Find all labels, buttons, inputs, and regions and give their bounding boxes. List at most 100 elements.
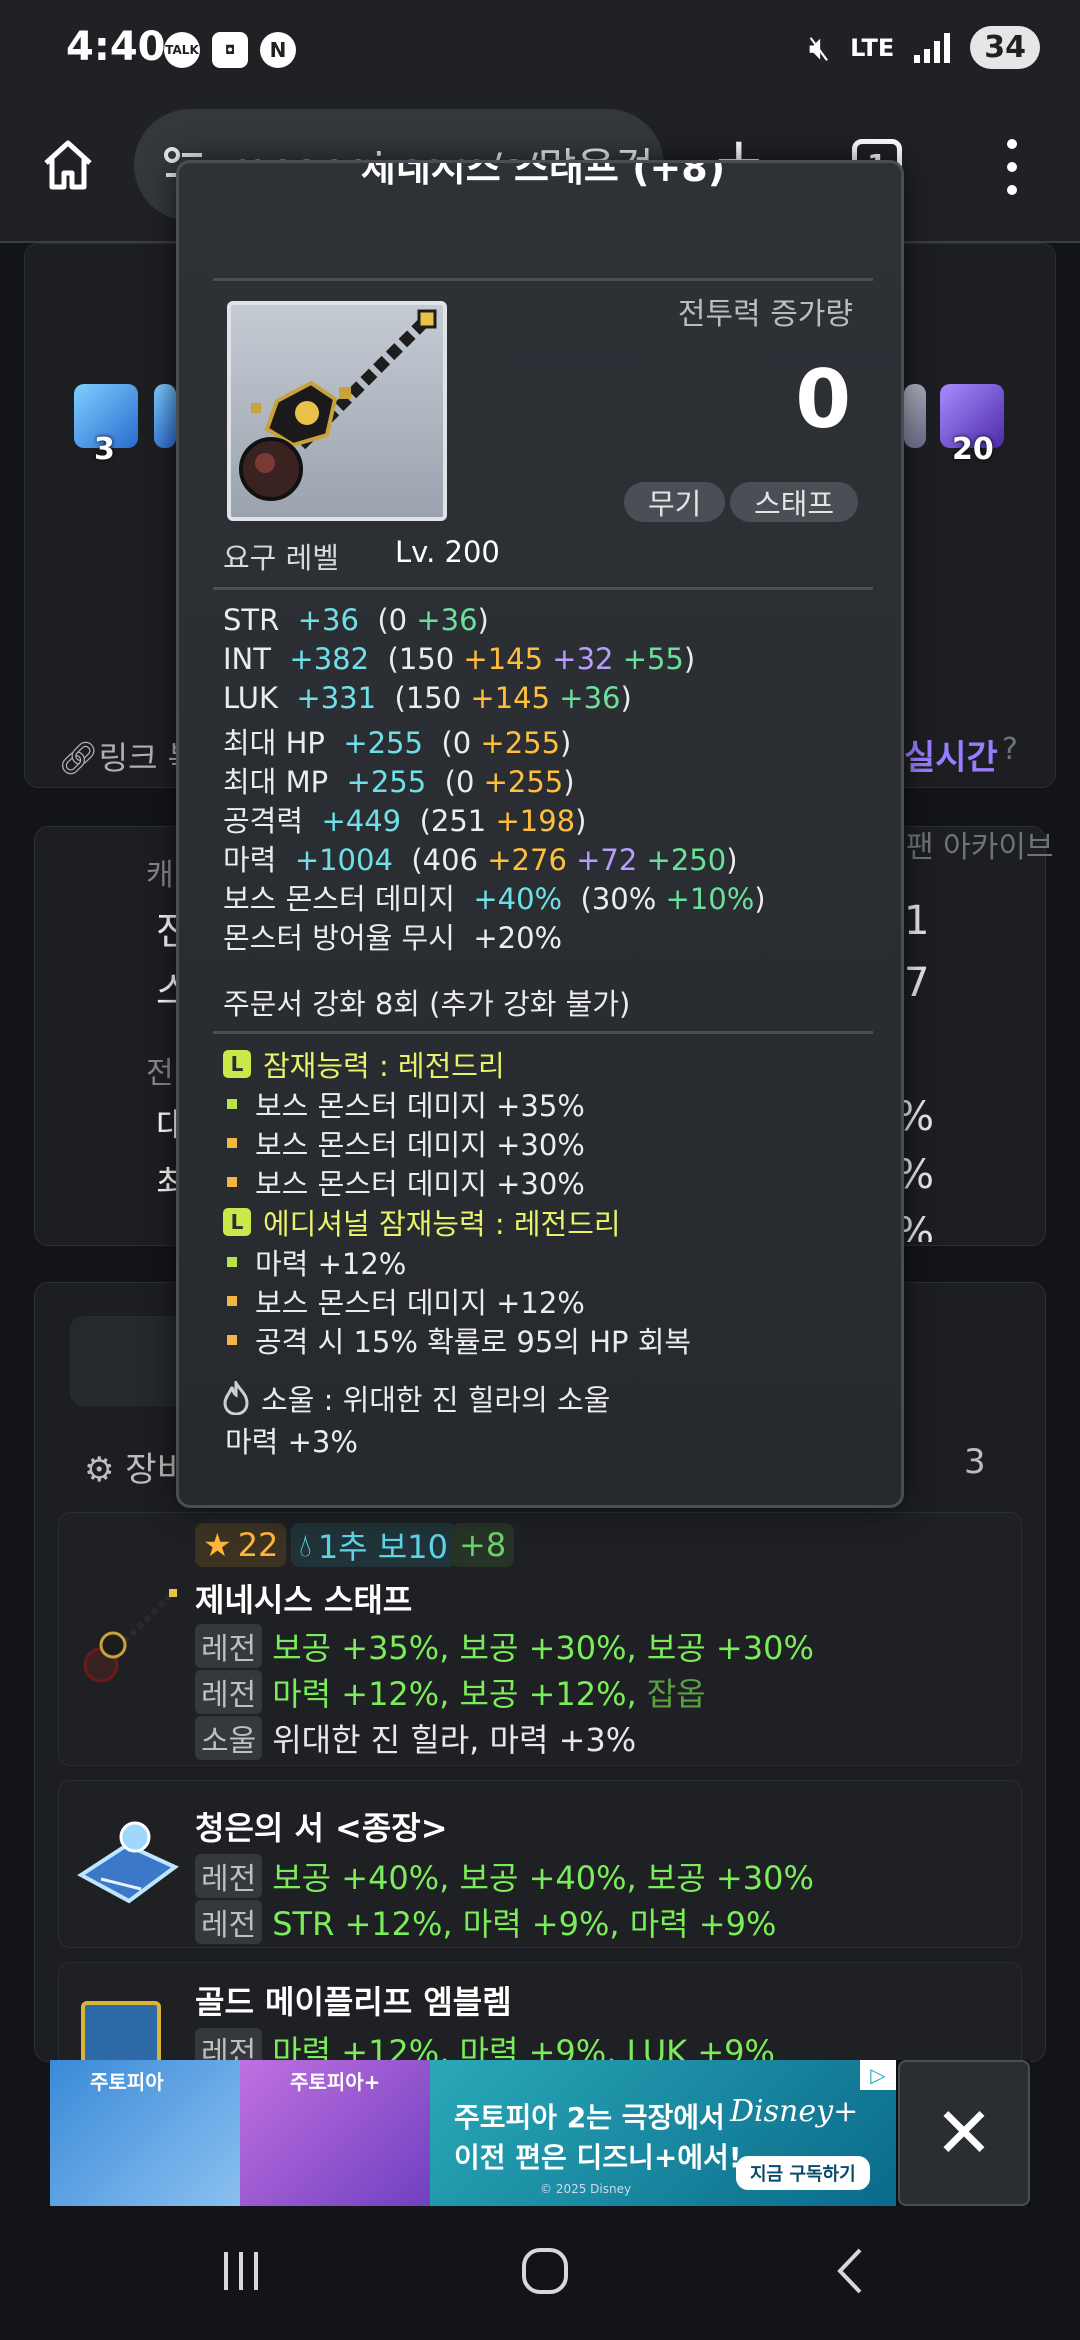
equipment-name: 골드 메이플리프 엠블렘 bbox=[195, 1983, 512, 2021]
back-button[interactable] bbox=[826, 2246, 876, 2296]
potential-text: STR +12%, 마력 +9%, 마력 +9% bbox=[272, 1905, 777, 1943]
stat-total: +382 bbox=[289, 642, 370, 676]
ad-close-button[interactable]: ✕ bbox=[898, 2060, 1030, 2206]
potential-line: 레전 STR +12%, 마력 +9%, 마력 +9% bbox=[195, 1899, 776, 1945]
ad-poster-zootopia-plus: 주토피아+ bbox=[240, 2060, 430, 2206]
stat-breakdown: +145 bbox=[463, 642, 553, 676]
stat-breakdown: ) bbox=[726, 843, 738, 877]
additional-potential-label: 에디셔널 잠재능력 : 레전드리 bbox=[263, 1207, 621, 1241]
stat-breakdown: ) bbox=[563, 765, 575, 799]
clock: 4:40 bbox=[66, 24, 166, 70]
equipment-name: 제네시스 스태프 bbox=[195, 1581, 413, 1619]
bullet bbox=[227, 1335, 237, 1345]
item-type-tag: 무기 bbox=[624, 482, 726, 522]
stat-breakdown: +72 bbox=[576, 843, 647, 877]
stat-breakdown: ) bbox=[683, 642, 696, 676]
stat-breakdown: ) bbox=[477, 603, 489, 637]
ad-image[interactable]: 주토피아 주토피아+ 주토피아 2는 극장에서 이전 편은 디즈니+에서! Di… bbox=[50, 2060, 896, 2206]
stat-breakdown: +32 bbox=[552, 642, 623, 676]
stat-breakdown: +145 bbox=[470, 681, 560, 715]
stat-row: LUK +331 (150 +145 +36) bbox=[223, 681, 632, 715]
achievement-badge-icon bbox=[154, 384, 176, 448]
potential-extra: 잡옵 bbox=[646, 1675, 706, 1713]
stat-breakdown: +255 bbox=[480, 726, 561, 760]
browser-menu-button[interactable] bbox=[1000, 139, 1024, 195]
home-nav-button[interactable] bbox=[520, 2246, 570, 2296]
stat-row-value: 7 bbox=[904, 960, 930, 1006]
divider bbox=[213, 587, 873, 590]
flame-icon bbox=[223, 1381, 249, 1415]
soul-header: 소울 : 위대한 진 힐라의 소울 bbox=[221, 1377, 610, 1419]
stat-breakdown: ) bbox=[754, 882, 766, 916]
stat-name: STR bbox=[223, 603, 280, 637]
legendary-grade-icon: L bbox=[223, 1208, 251, 1236]
adchoices-icon[interactable]: ▷ bbox=[860, 2060, 896, 2090]
stat-breakdown: +255 bbox=[483, 765, 564, 799]
item-tooltip: 제네시스 스태프 (+8) 전투력 증가량 0 무기 스태프 요구 레벨 Lv.… bbox=[176, 160, 904, 1508]
stat-name: 몬스터 방어율 무시 bbox=[223, 921, 455, 955]
stat-name: LUK bbox=[223, 681, 278, 715]
ad-headline: 주토피아 2는 극장에서 bbox=[454, 2101, 725, 2134]
equipment-item[interactable]: 청은의 서 <종장> 레전 보공 +40%, 보공 +40%, 보공 +30% 레… bbox=[58, 1780, 1022, 1948]
required-level-label: 요구 레벨 bbox=[223, 541, 339, 575]
stat-breakdown: +36 bbox=[416, 603, 478, 637]
ad-banner[interactable]: 주토피아 주토피아+ 주토피아 2는 극장에서 이전 편은 디즈니+에서! Di… bbox=[50, 2060, 1030, 2206]
stat-total: +255 bbox=[346, 765, 427, 799]
staff-icon bbox=[83, 1589, 177, 1683]
additional-potential-line: 마력 +12% bbox=[227, 1241, 406, 1283]
home-icon bbox=[44, 140, 92, 190]
item-image-frame bbox=[227, 301, 447, 521]
bullet bbox=[227, 1138, 237, 1148]
soul-tag: 소울 bbox=[195, 1716, 263, 1760]
stat-breakdown: ) bbox=[560, 726, 572, 760]
potential-header-label: 잠재능력 : 레전드리 bbox=[263, 1049, 505, 1083]
drop-icon: 💧︎ bbox=[299, 1525, 312, 1564]
stat-row: 최대 HP +255 (0 +255) bbox=[223, 720, 571, 762]
potential-line: 보스 몬스터 데미지 +30% bbox=[227, 1161, 585, 1203]
potential-text: 보공 +40%, 보공 +40%, 보공 +30% bbox=[272, 1859, 814, 1897]
potential-text: 보스 몬스터 데미지 +35% bbox=[255, 1089, 585, 1123]
stat-name: 공격력 bbox=[223, 804, 304, 838]
recent-apps-button[interactable] bbox=[216, 2246, 266, 2296]
screenshot-icon: ◘ bbox=[212, 32, 248, 68]
divider bbox=[213, 1031, 873, 1034]
stat-row: 마력 +1004 (406 +276 +72 +250) bbox=[223, 837, 738, 879]
ad-poster-title: 주토피아 bbox=[90, 2070, 164, 2094]
stat-breakdown: (0 bbox=[444, 765, 484, 799]
ad-poster-zootopia: 주토피아 bbox=[50, 2060, 240, 2206]
network-type: LTE bbox=[850, 33, 895, 62]
stat-breakdown: ) bbox=[620, 681, 632, 715]
search-box[interactable] bbox=[70, 1316, 190, 1406]
naver-icon: N bbox=[260, 32, 296, 68]
ad-headline: 이전 편은 디즈니+에서! bbox=[454, 2141, 742, 2174]
help-icon[interactable]: ? bbox=[1002, 732, 1018, 767]
star-force-badge: ★ 22 bbox=[195, 1523, 287, 1567]
mute-icon: 🔇︎ bbox=[808, 27, 831, 68]
stat-row-label: 전 bbox=[146, 1056, 174, 1091]
equipment-item[interactable]: ★ 22 💧︎ 1추 보10 +8 제네시스 스태프 레전 보공 +35%, 보공 +… bbox=[58, 1512, 1022, 1766]
stat-row-value: 1 bbox=[904, 898, 930, 944]
item-subtype-tag: 스태프 bbox=[730, 482, 859, 522]
bullet bbox=[227, 1177, 237, 1187]
stat-breakdown: (150 bbox=[387, 642, 464, 676]
badge-count: 20 bbox=[952, 432, 994, 467]
potential-text: 보스 몬스터 데미지 +30% bbox=[255, 1128, 585, 1162]
tooltip-item-title: 제네시스 스태프 (+8) bbox=[360, 160, 726, 190]
home-button[interactable] bbox=[38, 135, 98, 195]
subscribe-button[interactable]: 지금 구독하기 bbox=[736, 2156, 870, 2190]
star-icon: ★ bbox=[203, 1526, 232, 1564]
bullet bbox=[227, 1257, 237, 1267]
grade-tag: 레전 bbox=[195, 1670, 263, 1714]
bonus-stat-badge: 💧︎ 1추 보10 bbox=[291, 1523, 456, 1567]
kakaotalk-icon: TALK bbox=[164, 32, 200, 68]
equipment-item[interactable]: 골드 메이플리프 엠블렘 레전 마력 +12%, 마력 +9%, LUK +9% bbox=[58, 1962, 1022, 2072]
stat-total: +40% bbox=[473, 882, 563, 916]
stat-row: 몬스터 방어율 무시 +20% bbox=[223, 915, 562, 957]
grade-tag: 레전 bbox=[195, 1900, 263, 1944]
archive-link[interactable]: 팬 아카이브 bbox=[906, 822, 1054, 866]
system-nav-bar bbox=[0, 2206, 1080, 2340]
achievement-badge-icon bbox=[904, 384, 926, 448]
soul-text: 위대한 진 힐라, 마력 +3% bbox=[272, 1721, 637, 1759]
stat-name: INT bbox=[223, 642, 271, 676]
combat-power-label: 전투력 증가량 bbox=[677, 297, 853, 332]
